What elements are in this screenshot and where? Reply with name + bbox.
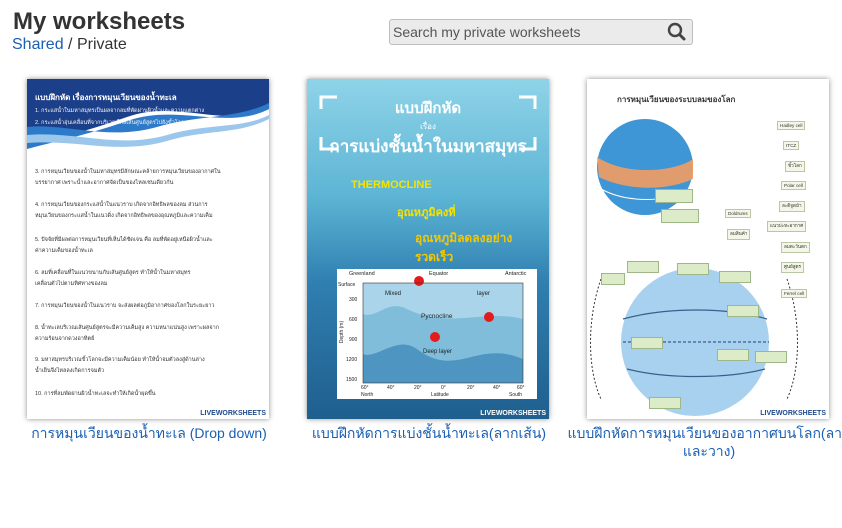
thumb-line: 1. กระแสน้ำในมหาสมุทรเป็นผลจากลมที่พัดผ่… [35,108,205,114]
thumb-line: หมุนเวียนของกระแสน้ำในแนวดิ่ง เกิดจากอิท… [35,213,213,219]
ocean-layers-graphic [362,276,524,384]
thumb-line: 4. การหมุนเวียนของกระแสน้ำในแนวราบ เกิดจ… [35,202,208,208]
latitude-tick: 0° [441,385,446,391]
thumb-line: 3. การหมุนเวียนของน้ำในมหาสมุทรมีลักษณะค… [35,169,221,175]
drag-label: Doldrums [725,209,751,218]
search-button[interactable] [662,20,692,44]
depth-tick: 900 [349,337,358,343]
diagram-surface-label: Surface [338,282,356,288]
latitude-tick: 40° [493,385,501,391]
thumb-line: เคลื่อนตัวไปตามทิศทางของลม [35,281,108,287]
drag-label: ละติจูดม้า [779,201,805,212]
worksheet-filter-nav: Shared / Private [12,36,127,54]
thumb-heading: แบบฝึกหัด เรื่องการหมุนเวียนของน้ำทะเล [35,93,177,102]
drop-box [601,273,625,285]
diagram-depth-label: Depth (m) [339,320,346,344]
depth-tick: 1500 [346,377,358,383]
drag-label: ลมตะวันตก [781,242,810,253]
drag-label: ลมสินค้า [727,229,751,240]
liveworksheets-logo: LIVEWORKSHEETS [480,410,546,417]
thumb-line: น้ำเย็นจึงไหลลงเกิดการจมตัว [35,368,105,374]
latitude-tick: 60° [361,385,369,391]
diagram-layer-label: Mixed [385,291,402,297]
search-icon [667,22,686,41]
shared-link[interactable]: Shared [12,36,64,53]
drag-label: Ferrel cell [781,289,808,298]
thumb-line: 7. การหมุนเวียนของน้ำในแนวราบ จะส่งผลต่อ… [35,303,215,309]
drag-word: อุณหภูมิลดลงอย่างรวดเร็ว [415,231,513,264]
diagram-top-label: Greenland [349,271,375,277]
ocean-layers-diagram: Greenland Equator Antarctic Surface Mixe… [337,269,537,399]
drop-box [649,397,681,409]
depth-tick: 300 [349,297,358,303]
nav-separator: / [68,36,73,53]
diagram-latitude-label: Latitude [431,392,449,398]
search-bar [389,19,693,45]
thumb-line: 6. ลมที่เคลื่อนที่ในแนวขนานกับเส้นศูนย์ส… [35,270,191,276]
thumb-line: 8. น้ำทะเลบริเวณเส้นศูนย์สูตรจะมีความเค็… [35,325,220,331]
thumb-line: ค่าความเค็มของน้ำทะเล [35,248,93,254]
drop-box [755,351,787,363]
diagram-end-label: North [361,392,374,398]
thumb-line: 2. กระแสน้ำอุ่นเคลื่อนที่จากบริเวณใกล้เส… [35,120,185,126]
diagram-layer-label: Pycnocline [421,313,453,320]
drag-label: Hadley cell [777,121,806,130]
worksheet-title-link[interactable]: แบบฝึกหัดการหมุนเวียนของอากาศบนโลก(ลากแล… [567,424,842,460]
worksheet-thumbnail[interactable]: แบบฝึกหัด เรื่อง การแบ่งชั้นน้ำในมหาสมุท… [307,79,549,419]
latitude-tick: 20° [414,385,422,391]
thumb-line: บรรยากาศ เพราะน้ำและอากาศจัดเป็นของไหลเช… [35,180,174,186]
drop-box [717,349,749,361]
thumb-line: 10. การที่ลมพัดผ่านผิวน้ำทะเลจะทำให้เกิด… [35,391,156,397]
private-label: Private [76,36,127,53]
drop-box [655,189,693,203]
diagram-top-label: Antarctic [505,271,527,277]
liveworksheets-logo: LIVEWORKSHEETS [760,410,826,417]
drop-box [719,271,751,283]
thumb-subheading: เรื่อง [420,122,436,131]
drop-box [661,209,699,223]
latitude-tick: 40° [387,385,395,391]
latitude-tick: 60° [517,385,525,391]
worksheet-title-link[interactable]: แบบฝึกหัดการแบ่งชั้นน้ำทะเล(ลากเส้น) [287,424,571,442]
diagram-layer-label: Deep layer [423,349,453,355]
thumb-heading: แบบฝึกหัด [394,100,462,117]
worksheet-thumbnail[interactable]: การหมุนเวียนของระบบลมของโลก Hadley cell … [587,79,829,419]
thumb-line: 9. มหาสมุทรบริเวณขั้วโลกจะมีความเค็มน้อย… [35,357,205,363]
worksheet-title-link[interactable]: การหมุนเวียนของน้ำทะเล (Drop down) [7,424,291,442]
drag-word: อุณหภูมิคงที่ [397,207,456,219]
latitude-tick: 20° [467,385,475,391]
drag-label: แนวปะทะอากาศ [767,221,807,232]
thumb-title: การแบ่งชั้นน้ำในมหาสมุทร [329,137,527,156]
drag-label: ขั้วโลก [785,161,805,172]
depth-tick: 600 [349,317,358,323]
diagram-top-label: Equator [429,271,449,277]
drop-box [727,305,759,317]
drop-box [631,337,663,349]
diagram-layer-label: layer [477,291,491,297]
drag-label: Polar cell [781,181,806,190]
thumb-line: ความร้อนจากดวงอาทิตย์ [35,336,95,342]
depth-tick: 1200 [346,357,358,363]
drag-label: ศูนย์สูตร [781,262,805,273]
drop-box [627,261,659,273]
drop-box [677,263,709,275]
page-title: My worksheets [13,8,186,35]
drag-word: THERMOCLINE [351,179,432,191]
thumb-line: 5. ปัจจัยที่มีผลต่อการหมุนเวียนที่เห็นได… [35,237,213,243]
drag-label: ITCZ [783,141,800,150]
liveworksheets-logo: LIVEWORKSHEETS [200,410,266,417]
worksheet-thumbnail[interactable]: แบบฝึกหัด เรื่องการหมุนเวียนของน้ำทะเล 1… [27,79,269,419]
search-input[interactable] [390,20,661,44]
diagram-end-label: South [509,392,523,398]
